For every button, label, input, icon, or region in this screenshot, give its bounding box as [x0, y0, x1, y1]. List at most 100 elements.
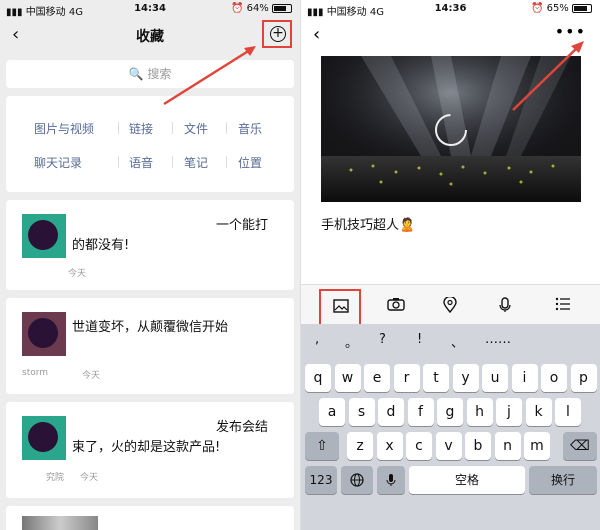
- key-q[interactable]: q: [305, 364, 331, 392]
- key-j[interactable]: j: [496, 398, 522, 426]
- globe-key[interactable]: [341, 466, 373, 494]
- insert-image-button[interactable]: [319, 289, 361, 327]
- favorite-item[interactable]: 世道变坏，从颠覆微信开始 storm 今天: [6, 298, 294, 394]
- mic-key[interactable]: [377, 466, 405, 494]
- space-key[interactable]: 空格: [409, 466, 525, 494]
- category-music[interactable]: 音乐: [238, 120, 262, 137]
- punct-key[interactable]: ……: [485, 332, 511, 347]
- divider: [226, 156, 227, 168]
- item-title-cont: 的都没有!: [72, 238, 130, 253]
- voice-input-button[interactable]: [487, 289, 529, 327]
- battery-indicator: ⏰ 65%: [531, 3, 592, 14]
- search-bar[interactable]: 🔍 搜索: [6, 60, 294, 88]
- keyboard: , 。 ? ! 、 …… qwertyuiopasdfghjklzxcvbnm …: [301, 324, 600, 530]
- page-title: 收藏: [136, 29, 164, 45]
- key-x[interactable]: x: [376, 432, 403, 460]
- item-title: 一个能打: [216, 218, 269, 233]
- microphone-icon: [386, 474, 396, 486]
- category-images-videos[interactable]: 图片与视频: [34, 120, 94, 137]
- key-h[interactable]: h: [466, 398, 493, 426]
- nav-bar: ‹ 收藏 +: [0, 18, 300, 52]
- category-notes[interactable]: 笔记: [184, 154, 208, 171]
- key-z[interactable]: z: [347, 432, 373, 460]
- key-e[interactable]: e: [364, 364, 390, 392]
- list-format-button[interactable]: [543, 289, 585, 327]
- status-bar: ▮▮▮ 中国移动 4G 14:36 ⏰ 65%: [301, 0, 600, 18]
- list-icon: [555, 297, 570, 311]
- item-thumbnail: [22, 214, 66, 258]
- photo-content: [321, 56, 581, 202]
- category-location[interactable]: 位置: [238, 154, 262, 171]
- divider: [226, 122, 227, 134]
- status-bar: ▮▮▮ 中国移动 4G 14:34 ⏰ 64%: [0, 0, 300, 18]
- nav-bar: ‹ •••: [301, 18, 600, 52]
- search-placeholder: 搜索: [147, 67, 172, 81]
- shift-key[interactable]: ⇧: [305, 432, 339, 460]
- key-u[interactable]: u: [482, 364, 508, 392]
- key-f[interactable]: f: [407, 398, 434, 426]
- item-time: 今天: [80, 473, 99, 483]
- key-m[interactable]: m: [524, 432, 550, 460]
- divider: [118, 122, 119, 134]
- punct-key[interactable]: 。: [345, 332, 358, 351]
- item-time: 今天: [68, 269, 87, 279]
- key-i[interactable]: i: [511, 364, 538, 392]
- numbers-key[interactable]: 123: [305, 466, 337, 494]
- key-o[interactable]: o: [541, 364, 567, 392]
- key-n[interactable]: n: [494, 432, 521, 460]
- item-title-cont: 束了，火的却是这款产品!: [72, 440, 221, 455]
- category-chat-history[interactable]: 聊天记录: [34, 154, 82, 171]
- punct-key[interactable]: 、: [451, 332, 464, 351]
- search-icon: 🔍: [128, 67, 144, 81]
- favorite-item[interactable]: 发布会结 束了，火的却是这款产品! 究院 今天: [6, 402, 294, 498]
- image-icon: [333, 299, 349, 313]
- key-d[interactable]: d: [378, 398, 404, 426]
- add-button-highlight[interactable]: +: [262, 20, 292, 48]
- punct-key[interactable]: !: [417, 332, 422, 347]
- key-l[interactable]: l: [555, 398, 581, 426]
- key-s[interactable]: s: [348, 398, 375, 426]
- favorites-screen: ▮▮▮ 中国移动 4G 14:34 ⏰ 64% ‹ 收藏 + 🔍 搜索 图片与视…: [0, 0, 300, 530]
- category-files[interactable]: 文件: [184, 120, 208, 137]
- item-title: 发布会结: [216, 420, 269, 435]
- key-c[interactable]: c: [406, 432, 432, 460]
- globe-icon: [350, 473, 364, 487]
- key-t[interactable]: t: [423, 364, 449, 392]
- key-b[interactable]: b: [465, 432, 491, 460]
- item-source: storm: [22, 368, 49, 378]
- backspace-key[interactable]: ⌫: [563, 432, 597, 460]
- category-voice[interactable]: 语音: [129, 154, 153, 171]
- category-links[interactable]: 链接: [129, 120, 153, 137]
- location-pin-icon: [443, 297, 457, 313]
- favorite-item[interactable]: [6, 506, 294, 530]
- editor-toolbar: [301, 284, 600, 327]
- item-source: 究院: [46, 473, 65, 483]
- punct-key[interactable]: ?: [379, 332, 386, 347]
- location-button[interactable]: [431, 289, 473, 327]
- return-key[interactable]: 换行: [529, 466, 597, 494]
- back-button[interactable]: ‹: [313, 24, 320, 45]
- more-options-button[interactable]: •••: [555, 22, 586, 41]
- key-w[interactable]: w: [334, 364, 361, 392]
- camera-icon: [387, 298, 405, 311]
- item-thumbnail: [22, 516, 98, 530]
- concert-photo[interactable]: [321, 56, 581, 202]
- key-y[interactable]: y: [452, 364, 479, 392]
- item-time: 今天: [82, 371, 101, 381]
- note-editor-screen: ▮▮▮ 中国移动 4G 14:36 ⏰ 65% ‹ ••• 手机技巧超人🙎 , …: [300, 0, 600, 530]
- key-p[interactable]: p: [570, 364, 597, 392]
- favorite-item[interactable]: 一个能打 的都没有! 今天: [6, 200, 294, 290]
- note-title[interactable]: 手机技巧超人🙎: [321, 214, 415, 233]
- punct-key[interactable]: ,: [315, 332, 319, 347]
- key-v[interactable]: v: [435, 432, 462, 460]
- key-r[interactable]: r: [393, 364, 420, 392]
- item-title: 世道变坏，从颠覆微信开始: [72, 320, 229, 335]
- camera-button[interactable]: [375, 289, 417, 327]
- key-a[interactable]: a: [319, 398, 345, 426]
- microphone-icon: [499, 297, 511, 312]
- key-g[interactable]: g: [437, 398, 463, 426]
- divider: [172, 122, 173, 134]
- key-k[interactable]: k: [525, 398, 552, 426]
- add-icon[interactable]: +: [270, 26, 286, 42]
- battery-indicator: ⏰ 64%: [231, 3, 292, 14]
